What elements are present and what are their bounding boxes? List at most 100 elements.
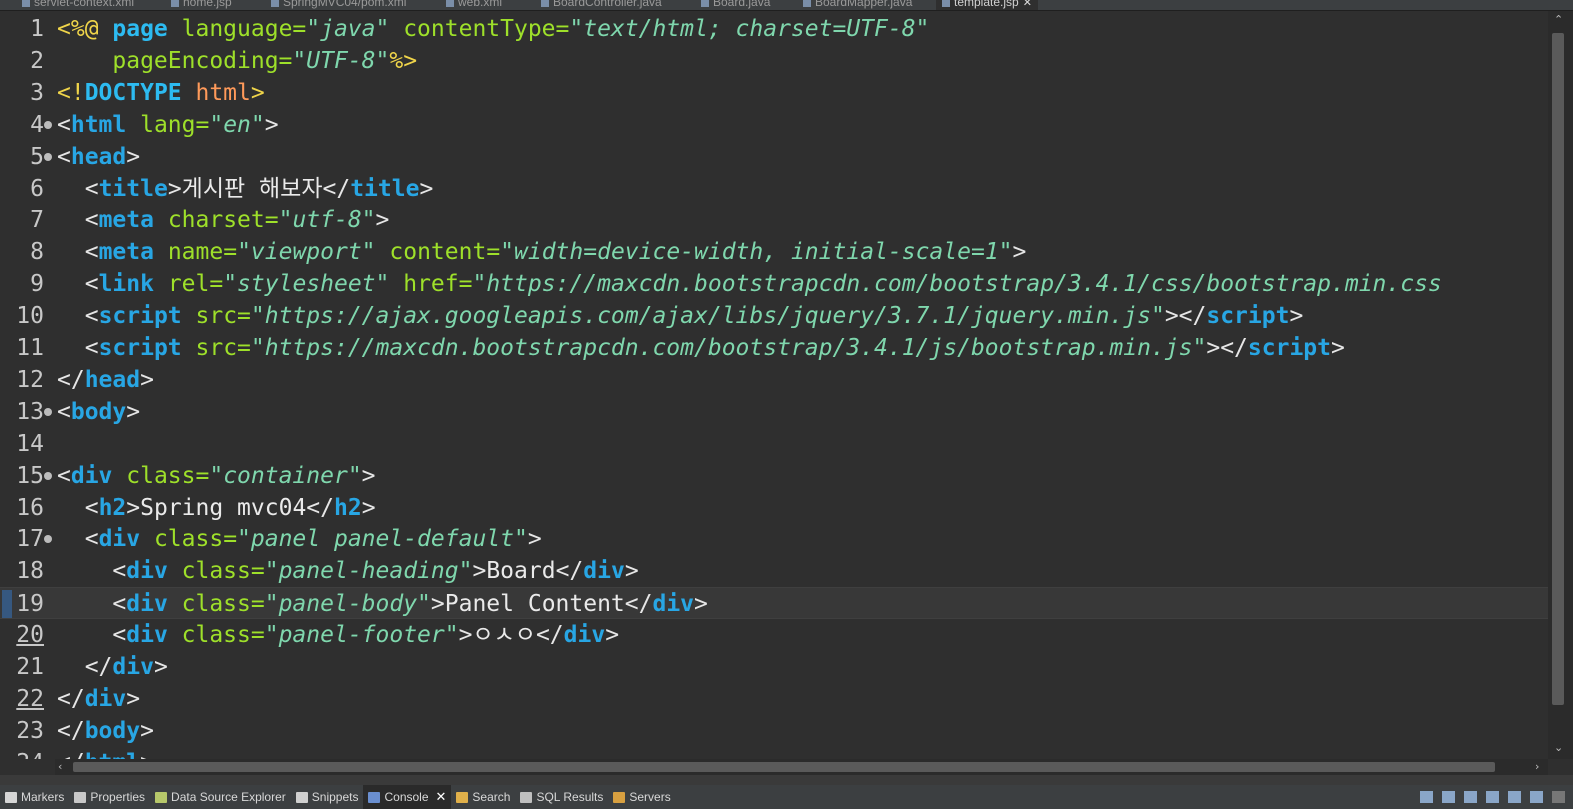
fold-toggle-icon[interactable]	[44, 152, 52, 161]
code-token: src=	[195, 303, 251, 330]
code-line[interactable]: 13 <body>	[0, 396, 1548, 428]
pin-console-icon[interactable]	[1486, 791, 1499, 803]
code-token: <	[57, 111, 71, 138]
code-line[interactable]: 16 <h2>Spring mvc04</h2>	[0, 492, 1548, 524]
clear-console-icon[interactable]	[1420, 791, 1433, 803]
code-line[interactable]: 10 <script src="https://ajax.googleapis.…	[0, 300, 1548, 332]
code-text: pageEncoding="UTF-8"%>	[57, 45, 417, 77]
code-line[interactable]: 12 </head>	[0, 364, 1548, 396]
code-token: head	[84, 366, 141, 393]
editor-tab[interactable]: web.xml	[446, 0, 502, 10]
code-token: >	[361, 494, 376, 521]
view-tab-properties[interactable]: Properties	[69, 785, 150, 809]
code-token: </	[555, 558, 584, 585]
fold-toggle-icon[interactable]	[44, 407, 52, 416]
view-tab-console[interactable]: Console ✕	[363, 785, 452, 809]
open-console-icon[interactable]	[1530, 791, 1543, 803]
code-token: div	[112, 654, 154, 680]
code-text: <div class="container">	[57, 460, 376, 492]
code-line[interactable]: 21 </div>	[0, 651, 1548, 683]
code-token: title	[350, 175, 420, 202]
code-line[interactable]: 7 <meta charset="utf-8">	[0, 204, 1548, 236]
scroll-down-arrow-icon[interactable]: ⌄	[1554, 741, 1563, 754]
line-number: 6	[30, 175, 44, 202]
display-console-icon[interactable]	[1508, 791, 1521, 803]
fold-toggle-icon[interactable]	[44, 535, 52, 544]
close-console-icon[interactable]: ✕	[436, 789, 447, 805]
code-editor[interactable]: 1 <%@ page language="java" contentType="t…	[0, 11, 1548, 759]
code-token: "panel-heading"	[264, 558, 473, 585]
fold-toggle-icon[interactable]	[44, 120, 52, 129]
view-tab-data-source-explorer[interactable]: Data Source Explorer	[150, 785, 291, 809]
code-text: <script src="https://ajax.googleapis.com…	[57, 300, 1304, 332]
code-token: script	[1206, 303, 1290, 330]
fold-toggle-icon[interactable]	[44, 471, 52, 480]
scroll-left-arrow-icon[interactable]: ‹	[58, 760, 62, 773]
code-line[interactable]: 9 <link rel="stylesheet" href="https://m…	[0, 268, 1548, 300]
code-token: div	[126, 591, 182, 618]
view-tab-markers[interactable]: Markers	[0, 785, 69, 809]
code-line[interactable]: 11 <script src="https://maxcdn.bootstrap…	[0, 332, 1548, 364]
code-token: language=	[181, 16, 307, 42]
code-line[interactable]: 19 <div class="panel-body">Panel Content…	[0, 587, 1548, 620]
view-tab-label: Data Source Explorer	[171, 790, 286, 804]
code-line[interactable]: 4 <html lang="en">	[0, 109, 1548, 141]
code-token: </	[306, 494, 334, 521]
horizontal-scroll-thumb[interactable]	[73, 762, 1495, 772]
code-token: >	[375, 207, 390, 234]
word-wrap-icon[interactable]	[1464, 791, 1477, 803]
view-tab-servers[interactable]: Servers	[608, 785, 675, 809]
code-token: </	[535, 622, 564, 649]
editor-tab[interactable]: Board.java	[701, 0, 770, 10]
vertical-scrollbar[interactable]: ⌃ ⌄	[1548, 11, 1573, 759]
view-tab-sql-results[interactable]: SQL Results	[515, 785, 608, 809]
view-tab-label: Snippets	[311, 790, 359, 804]
code-line[interactable]: 18 <div class="panel-heading">Board</div…	[0, 555, 1548, 587]
horizontal-scrollbar[interactable]: ‹ ›	[55, 759, 1548, 775]
editor-tab[interactable]: home.jsp	[171, 0, 232, 10]
code-token: >	[153, 654, 168, 680]
code-token: >	[1289, 303, 1304, 330]
code-line[interactable]: 15 <div class="container">	[0, 460, 1548, 492]
code-token: <	[84, 239, 99, 266]
editor-tab-label: BoardController.java	[553, 0, 662, 9]
minimize-icon[interactable]	[1552, 791, 1565, 803]
code-line[interactable]: 5 <head>	[0, 141, 1548, 173]
code-token: >	[140, 717, 154, 744]
vertical-scroll-thumb[interactable]	[1552, 33, 1564, 705]
code-line[interactable]: 24 </html>	[0, 747, 1548, 759]
line-number: 20	[16, 622, 44, 649]
code-line[interactable]: 8 <meta name="viewport" content="width=d…	[0, 236, 1548, 268]
line-number: 2	[30, 47, 44, 74]
code-line[interactable]: 2 pageEncoding="UTF-8"%>	[0, 45, 1548, 77]
code-text: <div class="panel-body">Panel Content</d…	[57, 588, 708, 620]
editor-tab-label: Board.java	[713, 0, 771, 9]
code-token: <!	[57, 79, 85, 106]
editor-tab[interactable]: template.jsp ✕	[936, 0, 1038, 10]
code-line[interactable]: 6 <title>게시판 해보자</title>	[0, 173, 1548, 205]
scroll-right-arrow-icon[interactable]: ›	[1535, 760, 1539, 773]
view-tab-search[interactable]: Search	[451, 785, 515, 809]
close-tab-icon[interactable]: ✕	[1023, 0, 1032, 9]
view-tab-snippets[interactable]: Snippets	[291, 785, 364, 809]
editor-tab[interactable]: SpringMVC04/pom.xml	[271, 0, 406, 10]
editor-tab[interactable]: BoardMapper.java	[803, 0, 912, 10]
editor-tab[interactable]: BoardController.java	[541, 0, 662, 10]
code-line[interactable]: 14	[0, 428, 1548, 460]
code-line[interactable]: 1 <%@ page language="java" contentType="t…	[0, 13, 1548, 45]
code-line[interactable]: 3 <!DOCTYPE html>	[0, 77, 1548, 109]
code-token: "https://ajax.googleapis.com/ajax/libs/j…	[250, 303, 1165, 330]
scroll-up-arrow-icon[interactable]: ⌃	[1554, 13, 1563, 26]
code-line[interactable]: 22 </div>	[0, 683, 1548, 715]
file-icon	[942, 0, 950, 7]
editor-tab-label: SpringMVC04/pom.xml	[283, 0, 407, 9]
code-line[interactable]: 17 <div class="panel panel-default">	[0, 523, 1548, 555]
code-token: h2	[98, 494, 127, 521]
scroll-lock-icon[interactable]	[1442, 791, 1455, 803]
editor-tab[interactable]: servlet-context.xml	[22, 0, 134, 10]
code-line[interactable]: 23 </body>	[0, 715, 1548, 747]
code-line[interactable]: 20 <div class="panel-footer">ㅇㅅㅇ</div>	[0, 619, 1548, 651]
code-text: <body>	[57, 396, 140, 428]
